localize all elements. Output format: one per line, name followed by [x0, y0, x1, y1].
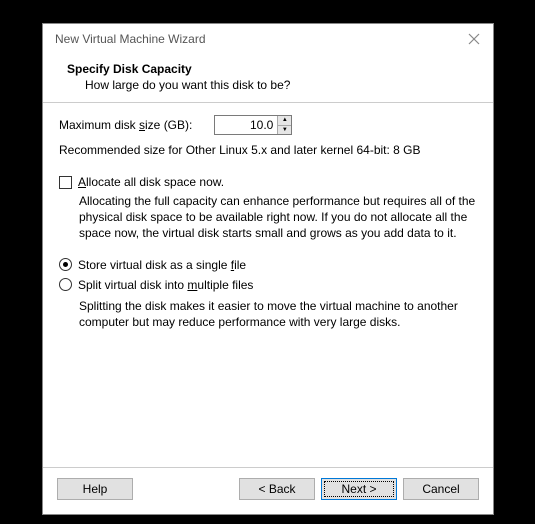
back-button[interactable]: < Back — [239, 478, 315, 500]
disk-size-input[interactable] — [215, 116, 277, 134]
close-icon[interactable] — [467, 32, 481, 46]
spinner-down-icon[interactable]: ▼ — [278, 126, 291, 135]
allocate-checkbox-row[interactable]: Allocate all disk space now. — [59, 175, 477, 189]
wizard-window: New Virtual Machine Wizard Specify Disk … — [42, 23, 494, 515]
allocate-description: Allocating the full capacity can enhance… — [59, 193, 477, 242]
allocate-label: Allocate all disk space now. — [78, 175, 224, 189]
content-area: Maximum disk size (GB): ▲ ▼ Recommended … — [43, 103, 493, 467]
store-single-radio-row[interactable]: Store virtual disk as a single file — [59, 258, 477, 272]
split-multiple-label: Split virtual disk into multiple files — [78, 278, 253, 292]
disk-size-row: Maximum disk size (GB): ▲ ▼ — [59, 115, 477, 135]
wizard-header: Specify Disk Capacity How large do you w… — [43, 54, 493, 103]
disk-size-spinner[interactable]: ▲ ▼ — [214, 115, 292, 135]
cancel-button[interactable]: Cancel — [403, 478, 479, 500]
spinner-up-icon[interactable]: ▲ — [278, 116, 291, 126]
page-title: Specify Disk Capacity — [43, 62, 493, 76]
help-button[interactable]: Help — [57, 478, 133, 500]
split-description: Splitting the disk makes it easier to mo… — [59, 298, 477, 330]
recommended-text: Recommended size for Other Linux 5.x and… — [59, 143, 477, 157]
split-multiple-radio[interactable] — [59, 278, 72, 291]
store-single-radio[interactable] — [59, 258, 72, 271]
next-button[interactable]: Next > — [321, 478, 397, 500]
store-single-label: Store virtual disk as a single file — [78, 258, 246, 272]
window-title: New Virtual Machine Wizard — [55, 32, 467, 46]
page-subtitle: How large do you want this disk to be? — [43, 76, 493, 92]
footer: Help < Back Next > Cancel — [43, 468, 493, 514]
split-multiple-radio-row[interactable]: Split virtual disk into multiple files — [59, 278, 477, 292]
radio-selected-icon — [63, 262, 68, 267]
titlebar: New Virtual Machine Wizard — [43, 24, 493, 54]
disk-size-label: Maximum disk size (GB): — [59, 118, 192, 132]
allocate-checkbox[interactable] — [59, 176, 72, 189]
